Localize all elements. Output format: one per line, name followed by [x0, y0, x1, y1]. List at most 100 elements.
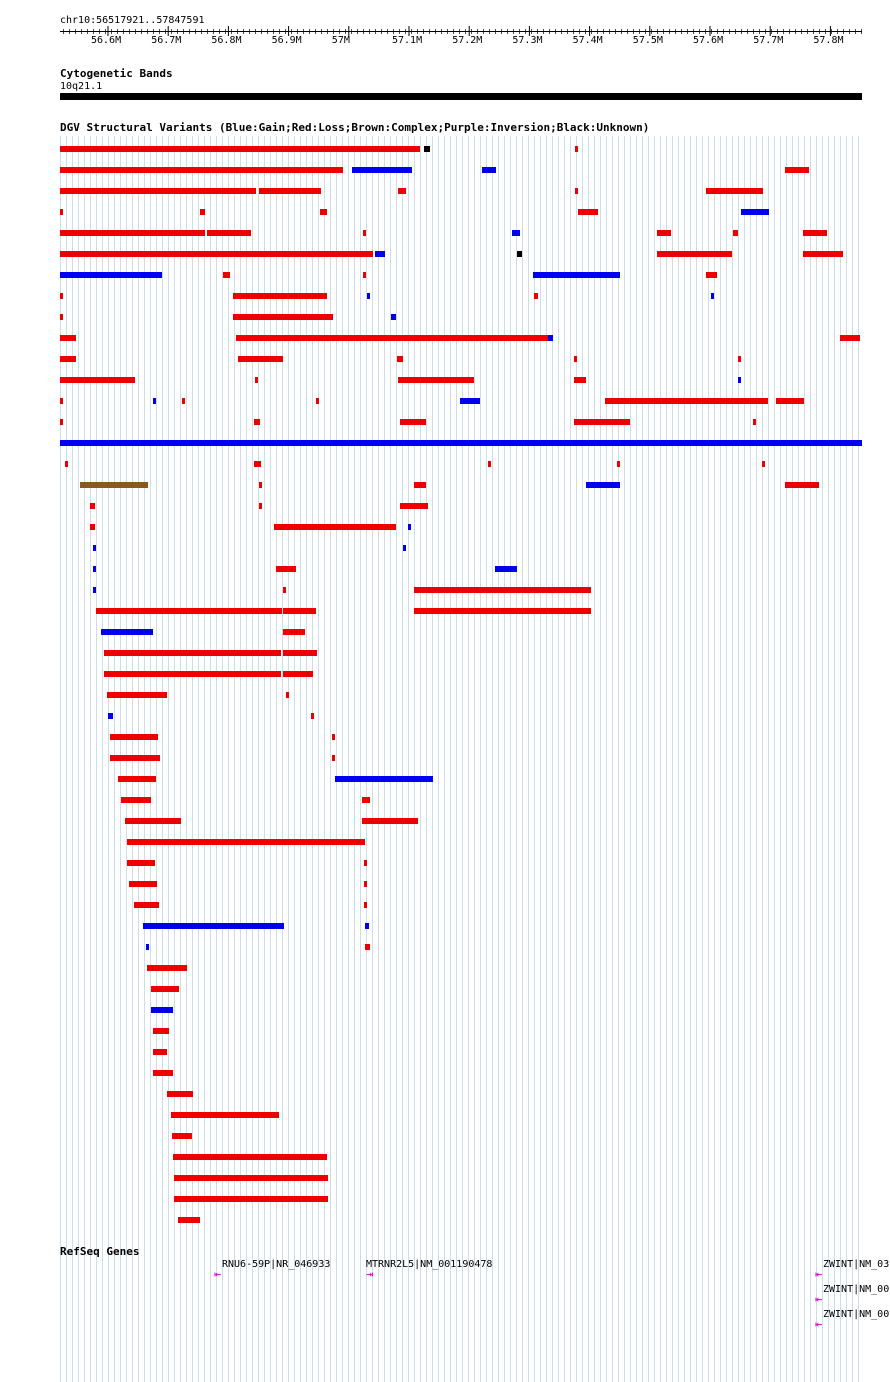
- variant-bar-loss[interactable]: [153, 1049, 167, 1055]
- variant-bar-loss[interactable]: [129, 881, 157, 887]
- variant-bar-loss[interactable]: [255, 377, 258, 383]
- variant-bar-loss[interactable]: [776, 398, 804, 404]
- variant-bar-loss[interactable]: [233, 293, 327, 299]
- variant-bar-loss[interactable]: [107, 692, 167, 698]
- variant-bar-loss[interactable]: [283, 608, 316, 614]
- variant-bar-loss[interactable]: [259, 503, 262, 509]
- variant-bar-gain[interactable]: [711, 293, 714, 299]
- variant-bar-gain[interactable]: [60, 440, 862, 446]
- variant-bar-loss[interactable]: [803, 230, 827, 236]
- variant-bar-gain[interactable]: [153, 398, 156, 404]
- variant-bar-loss[interactable]: [332, 755, 335, 761]
- variant-bar-loss[interactable]: [574, 377, 586, 383]
- variant-bar-gain[interactable]: [151, 1007, 173, 1013]
- variant-bar-loss[interactable]: [397, 356, 403, 362]
- variant-bar-gain[interactable]: [586, 482, 620, 488]
- variant-bar-loss[interactable]: [274, 524, 396, 530]
- variant-bar-complex[interactable]: [80, 482, 148, 488]
- variant-bar-gain[interactable]: [375, 251, 385, 257]
- variant-bar-gain[interactable]: [335, 776, 433, 782]
- variant-bar-loss[interactable]: [104, 671, 281, 677]
- variant-bar-loss[interactable]: [575, 188, 578, 194]
- variant-bar-loss[interactable]: [147, 965, 187, 971]
- variant-bar-loss[interactable]: [414, 608, 591, 614]
- variant-bar-loss[interactable]: [60, 188, 256, 194]
- variant-bar-gain[interactable]: [512, 230, 520, 236]
- variant-bar-loss[interactable]: [183, 251, 373, 257]
- variant-bar-loss[interactable]: [364, 902, 367, 908]
- gene-label-zwint-3[interactable]: ZWINT|NM_00: [823, 1309, 889, 1320]
- variant-bar-loss[interactable]: [236, 335, 548, 341]
- variant-bar-loss[interactable]: [121, 797, 151, 803]
- variant-bar-gain[interactable]: [460, 398, 480, 404]
- variant-bar-gain[interactable]: [352, 167, 412, 173]
- variant-bar-loss[interactable]: [173, 1154, 327, 1160]
- variant-bar-loss[interactable]: [364, 881, 367, 887]
- variant-bar-loss[interactable]: [363, 230, 366, 236]
- variant-bar-black[interactable]: [424, 146, 430, 152]
- variant-bar-gain[interactable]: [101, 629, 153, 635]
- variant-bar-gain[interactable]: [408, 524, 411, 530]
- variant-bar-loss[interactable]: [96, 608, 282, 614]
- gene-label-zwint-1[interactable]: ZWINT|NM_03: [823, 1259, 889, 1270]
- variant-bar-loss[interactable]: [60, 314, 63, 320]
- variant-bar-loss[interactable]: [706, 188, 763, 194]
- variant-bar-loss[interactable]: [153, 1028, 169, 1034]
- variant-bar-loss[interactable]: [785, 482, 819, 488]
- variant-bar-gain[interactable]: [365, 923, 369, 929]
- variant-bar-loss[interactable]: [320, 209, 327, 215]
- variant-bar-loss[interactable]: [223, 272, 230, 278]
- variant-bar-loss[interactable]: [104, 650, 281, 656]
- variant-bar-loss[interactable]: [840, 335, 860, 341]
- variant-bar-gain[interactable]: [495, 566, 517, 572]
- variant-bar-loss[interactable]: [118, 776, 156, 782]
- variant-bar-loss[interactable]: [174, 1196, 328, 1202]
- variant-bar-loss[interactable]: [60, 335, 76, 341]
- variant-bar-loss[interactable]: [233, 314, 333, 320]
- variant-bar-loss[interactable]: [60, 146, 420, 152]
- variant-bar-loss[interactable]: [60, 209, 63, 215]
- variant-bar-loss[interactable]: [276, 566, 296, 572]
- variant-bar-loss[interactable]: [738, 356, 741, 362]
- variant-bar-loss[interactable]: [400, 503, 428, 509]
- variant-bar-loss[interactable]: [574, 356, 577, 362]
- variant-bar-loss[interactable]: [575, 146, 578, 152]
- variant-bar-loss[interactable]: [316, 398, 319, 404]
- variant-bar-loss[interactable]: [60, 377, 135, 383]
- variant-bar-loss[interactable]: [364, 860, 367, 866]
- variant-bar-gain[interactable]: [741, 209, 769, 215]
- variant-bar-loss[interactable]: [733, 230, 738, 236]
- variant-bar-loss[interactable]: [785, 167, 809, 173]
- variant-bar-gain[interactable]: [738, 377, 741, 383]
- variant-bar-loss[interactable]: [60, 230, 205, 236]
- variant-bar-loss[interactable]: [605, 398, 768, 404]
- variant-bar-loss[interactable]: [65, 461, 68, 467]
- variant-bar-loss[interactable]: [488, 461, 491, 467]
- variant-bar-loss[interactable]: [657, 251, 732, 257]
- variant-bar-loss[interactable]: [60, 293, 63, 299]
- variant-bar-loss[interactable]: [254, 419, 260, 425]
- variant-bar-loss[interactable]: [400, 419, 426, 425]
- variant-bar-loss[interactable]: [259, 482, 262, 488]
- variant-bar-loss[interactable]: [753, 419, 756, 425]
- variant-bar-loss[interactable]: [134, 902, 159, 908]
- variant-bar-loss[interactable]: [60, 398, 63, 404]
- variant-bar-gain[interactable]: [93, 587, 96, 593]
- variant-bar-loss[interactable]: [578, 209, 598, 215]
- variant-bar-gain[interactable]: [482, 167, 496, 173]
- variant-bar-gain[interactable]: [146, 944, 149, 950]
- cytoband-bar[interactable]: [60, 93, 862, 100]
- variant-bar-gain[interactable]: [93, 545, 96, 551]
- variant-bar-loss[interactable]: [332, 734, 335, 740]
- variant-bar-loss[interactable]: [125, 818, 181, 824]
- variant-bar-loss[interactable]: [127, 839, 365, 845]
- variant-bar-loss[interactable]: [60, 251, 183, 257]
- variant-bar-loss[interactable]: [110, 755, 160, 761]
- variant-bar-loss[interactable]: [363, 272, 366, 278]
- variant-bar-loss[interactable]: [414, 482, 426, 488]
- variant-bar-loss[interactable]: [171, 1112, 279, 1118]
- variant-bar-gain[interactable]: [60, 272, 162, 278]
- variant-bar-loss[interactable]: [151, 986, 179, 992]
- variant-bar-loss[interactable]: [110, 734, 158, 740]
- variant-bar-loss[interactable]: [127, 860, 155, 866]
